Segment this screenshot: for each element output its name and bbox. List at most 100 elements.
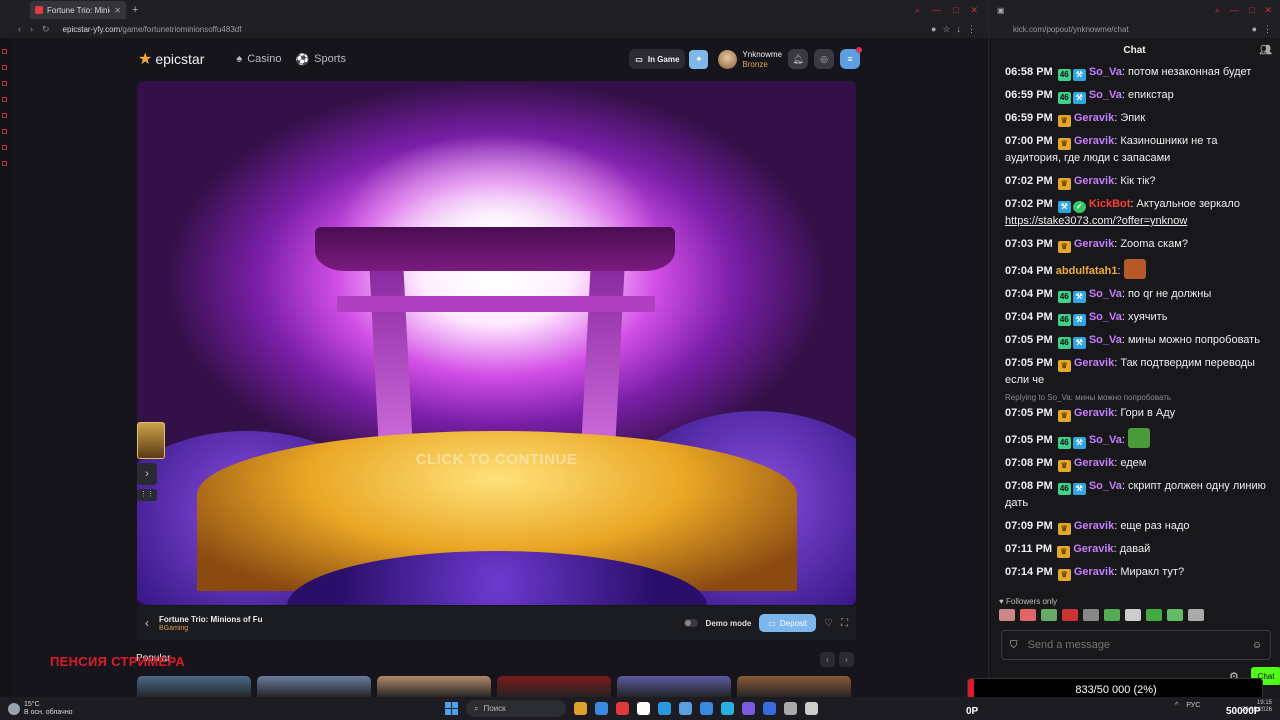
message-username[interactable]: So_Va	[1089, 480, 1122, 492]
support-icon[interactable]: ◎	[814, 49, 834, 69]
taskbar-app-icon[interactable]	[721, 702, 734, 715]
chat-address-bar[interactable]: kick.com/popout/ynknowme/chat ● ⋮	[989, 20, 1280, 38]
sidebar-icon[interactable]	[2, 65, 7, 70]
grid-icon[interactable]: ⋮⋮	[137, 489, 157, 501]
forward-icon[interactable]: ›	[30, 24, 33, 34]
message-username[interactable]: abdulfatah1	[1056, 265, 1118, 277]
game-thumbnail[interactable]	[617, 676, 731, 698]
nav-sports[interactable]: ⚽ Sports	[295, 53, 346, 66]
message-username[interactable]: Geravik	[1074, 520, 1114, 532]
taskbar-app-icon[interactable]	[679, 702, 692, 715]
message-username[interactable]: Geravik	[1074, 135, 1114, 147]
back-icon[interactable]: ‹	[18, 24, 21, 34]
message-username[interactable]: So_Va	[1089, 89, 1122, 101]
taskbar-app-icon[interactable]	[595, 702, 608, 715]
taskbar-app-icon[interactable]	[763, 702, 776, 715]
emote-image[interactable]	[1146, 609, 1162, 621]
game-canvas[interactable]: CLICK TO CONTINUE	[137, 81, 856, 605]
close-window-icon[interactable]: ✕	[970, 5, 978, 16]
next-arrow-icon[interactable]: ›	[839, 652, 854, 667]
sidebar-icon[interactable]	[2, 49, 7, 54]
user-menu[interactable]: Ynknowme Bronze	[718, 49, 782, 69]
reload-icon[interactable]: ↻	[42, 24, 50, 35]
new-tab-icon[interactable]: +	[132, 4, 138, 16]
message-username[interactable]: Geravik	[1074, 357, 1114, 369]
taskbar-app-icon[interactable]	[637, 702, 650, 715]
recent-game-thumb[interactable]	[137, 422, 165, 459]
game-thumbnail[interactable]	[497, 676, 611, 698]
message-username[interactable]: Geravik	[1074, 457, 1114, 469]
nav-casino[interactable]: ♠ Casino	[236, 53, 281, 65]
bell-icon[interactable]: 🔔︎	[788, 49, 808, 69]
chat-input[interactable]	[1027, 639, 1238, 651]
emoji-icon[interactable]: ☺	[1252, 640, 1262, 651]
back-arrow-icon[interactable]: ‹	[145, 616, 149, 630]
taskbar-app-icon[interactable]	[616, 702, 629, 715]
sidebar-icon[interactable]	[2, 161, 7, 166]
emote-image[interactable]	[1188, 609, 1204, 621]
sidebar-icon[interactable]	[2, 129, 7, 134]
sidebar-icon[interactable]	[2, 113, 7, 118]
taskbar-app-icon[interactable]	[658, 702, 671, 715]
emote-image[interactable]	[1125, 609, 1141, 621]
language-indicator[interactable]: РУС	[1186, 702, 1200, 709]
game-thumbnail[interactable]	[137, 676, 251, 698]
message-username[interactable]: Geravik	[1074, 238, 1114, 250]
deposit-button[interactable]: ▭ Deposit	[759, 614, 817, 632]
message-username[interactable]: Geravik	[1074, 407, 1114, 419]
message-username[interactable]: KickBot	[1089, 198, 1131, 210]
expand-arrow-icon[interactable]: ›	[137, 463, 157, 485]
message-username[interactable]: Geravik	[1074, 566, 1114, 578]
sidebar-icon[interactable]	[2, 145, 7, 150]
menu-icon[interactable]: ⋮	[967, 24, 976, 35]
menu-button[interactable]: ≡	[840, 47, 862, 69]
minimize-icon[interactable]: —	[1230, 5, 1239, 16]
search-tabs-icon[interactable]: ⌕	[915, 5, 920, 16]
tray-chevron-icon[interactable]: ^	[1175, 702, 1178, 709]
game-thumbnail[interactable]	[737, 676, 851, 698]
taskbar-app-icon[interactable]	[700, 702, 713, 715]
emote-image[interactable]	[1041, 609, 1057, 621]
message-username[interactable]: So_Va	[1089, 334, 1122, 346]
download-icon[interactable]: ↓	[957, 24, 962, 35]
url-field[interactable]: epicstar-yfy.com/game/fortunetriominions…	[63, 25, 242, 34]
menu-icon[interactable]: ⋮	[1263, 24, 1272, 35]
message-link[interactable]: https://stake3073.com/?offer=ynknow	[1005, 215, 1187, 227]
weather-widget[interactable]: 15°C В осн. облачно	[0, 701, 73, 717]
emote-image[interactable]	[999, 609, 1015, 621]
taskbar-app-icon[interactable]	[742, 702, 755, 715]
users-icon[interactable]: 👥︎	[1259, 45, 1272, 56]
taskbar-app-icon[interactable]	[574, 702, 587, 715]
game-thumbnail[interactable]	[257, 676, 371, 698]
maximize-icon[interactable]: □	[1249, 5, 1254, 16]
demo-mode-toggle[interactable]	[683, 619, 698, 627]
message-username[interactable]: Geravik	[1074, 112, 1114, 124]
sidebar-icon[interactable]	[2, 97, 7, 102]
favorite-icon[interactable]: ♡	[824, 618, 833, 629]
in-game-button[interactable]: ▭ In Game	[629, 49, 686, 69]
maximize-icon[interactable]: □	[953, 5, 958, 16]
minimize-icon[interactable]: —	[932, 5, 941, 16]
search-tabs-icon[interactable]: ⌕	[1215, 5, 1220, 16]
close-tab-icon[interactable]: ✕	[114, 6, 121, 15]
extension-icon[interactable]: ●	[931, 24, 936, 35]
message-username[interactable]: Geravik	[1073, 543, 1113, 555]
emote-image[interactable]	[1083, 609, 1099, 621]
prev-arrow-icon[interactable]: ‹	[820, 652, 835, 667]
bookmark-icon[interactable]: ☆	[942, 24, 950, 35]
extension-icon[interactable]: ●	[1252, 24, 1257, 35]
browser-tab[interactable]: Fortune Trio: Minions of Fu ✕	[30, 1, 126, 19]
sidebar-icon[interactable]	[2, 81, 7, 86]
message-username[interactable]: So_Va	[1089, 434, 1122, 446]
click-to-continue[interactable]: CLICK TO CONTINUE	[137, 451, 856, 468]
chat-url[interactable]: kick.com/popout/ynknowme/chat	[1013, 25, 1129, 34]
taskbar-app-icon[interactable]	[805, 702, 818, 715]
message-username[interactable]: So_Va	[1089, 66, 1122, 78]
windows-start-icon[interactable]	[445, 702, 458, 715]
message-username[interactable]: So_Va	[1089, 288, 1122, 300]
taskbar-search[interactable]: ⌕ Поиск	[466, 700, 566, 717]
site-logo[interactable]: ★ epicstar	[138, 49, 204, 69]
game-thumbnail[interactable]	[377, 676, 491, 698]
emote-image[interactable]	[1062, 609, 1078, 621]
emote-image[interactable]	[1020, 609, 1036, 621]
